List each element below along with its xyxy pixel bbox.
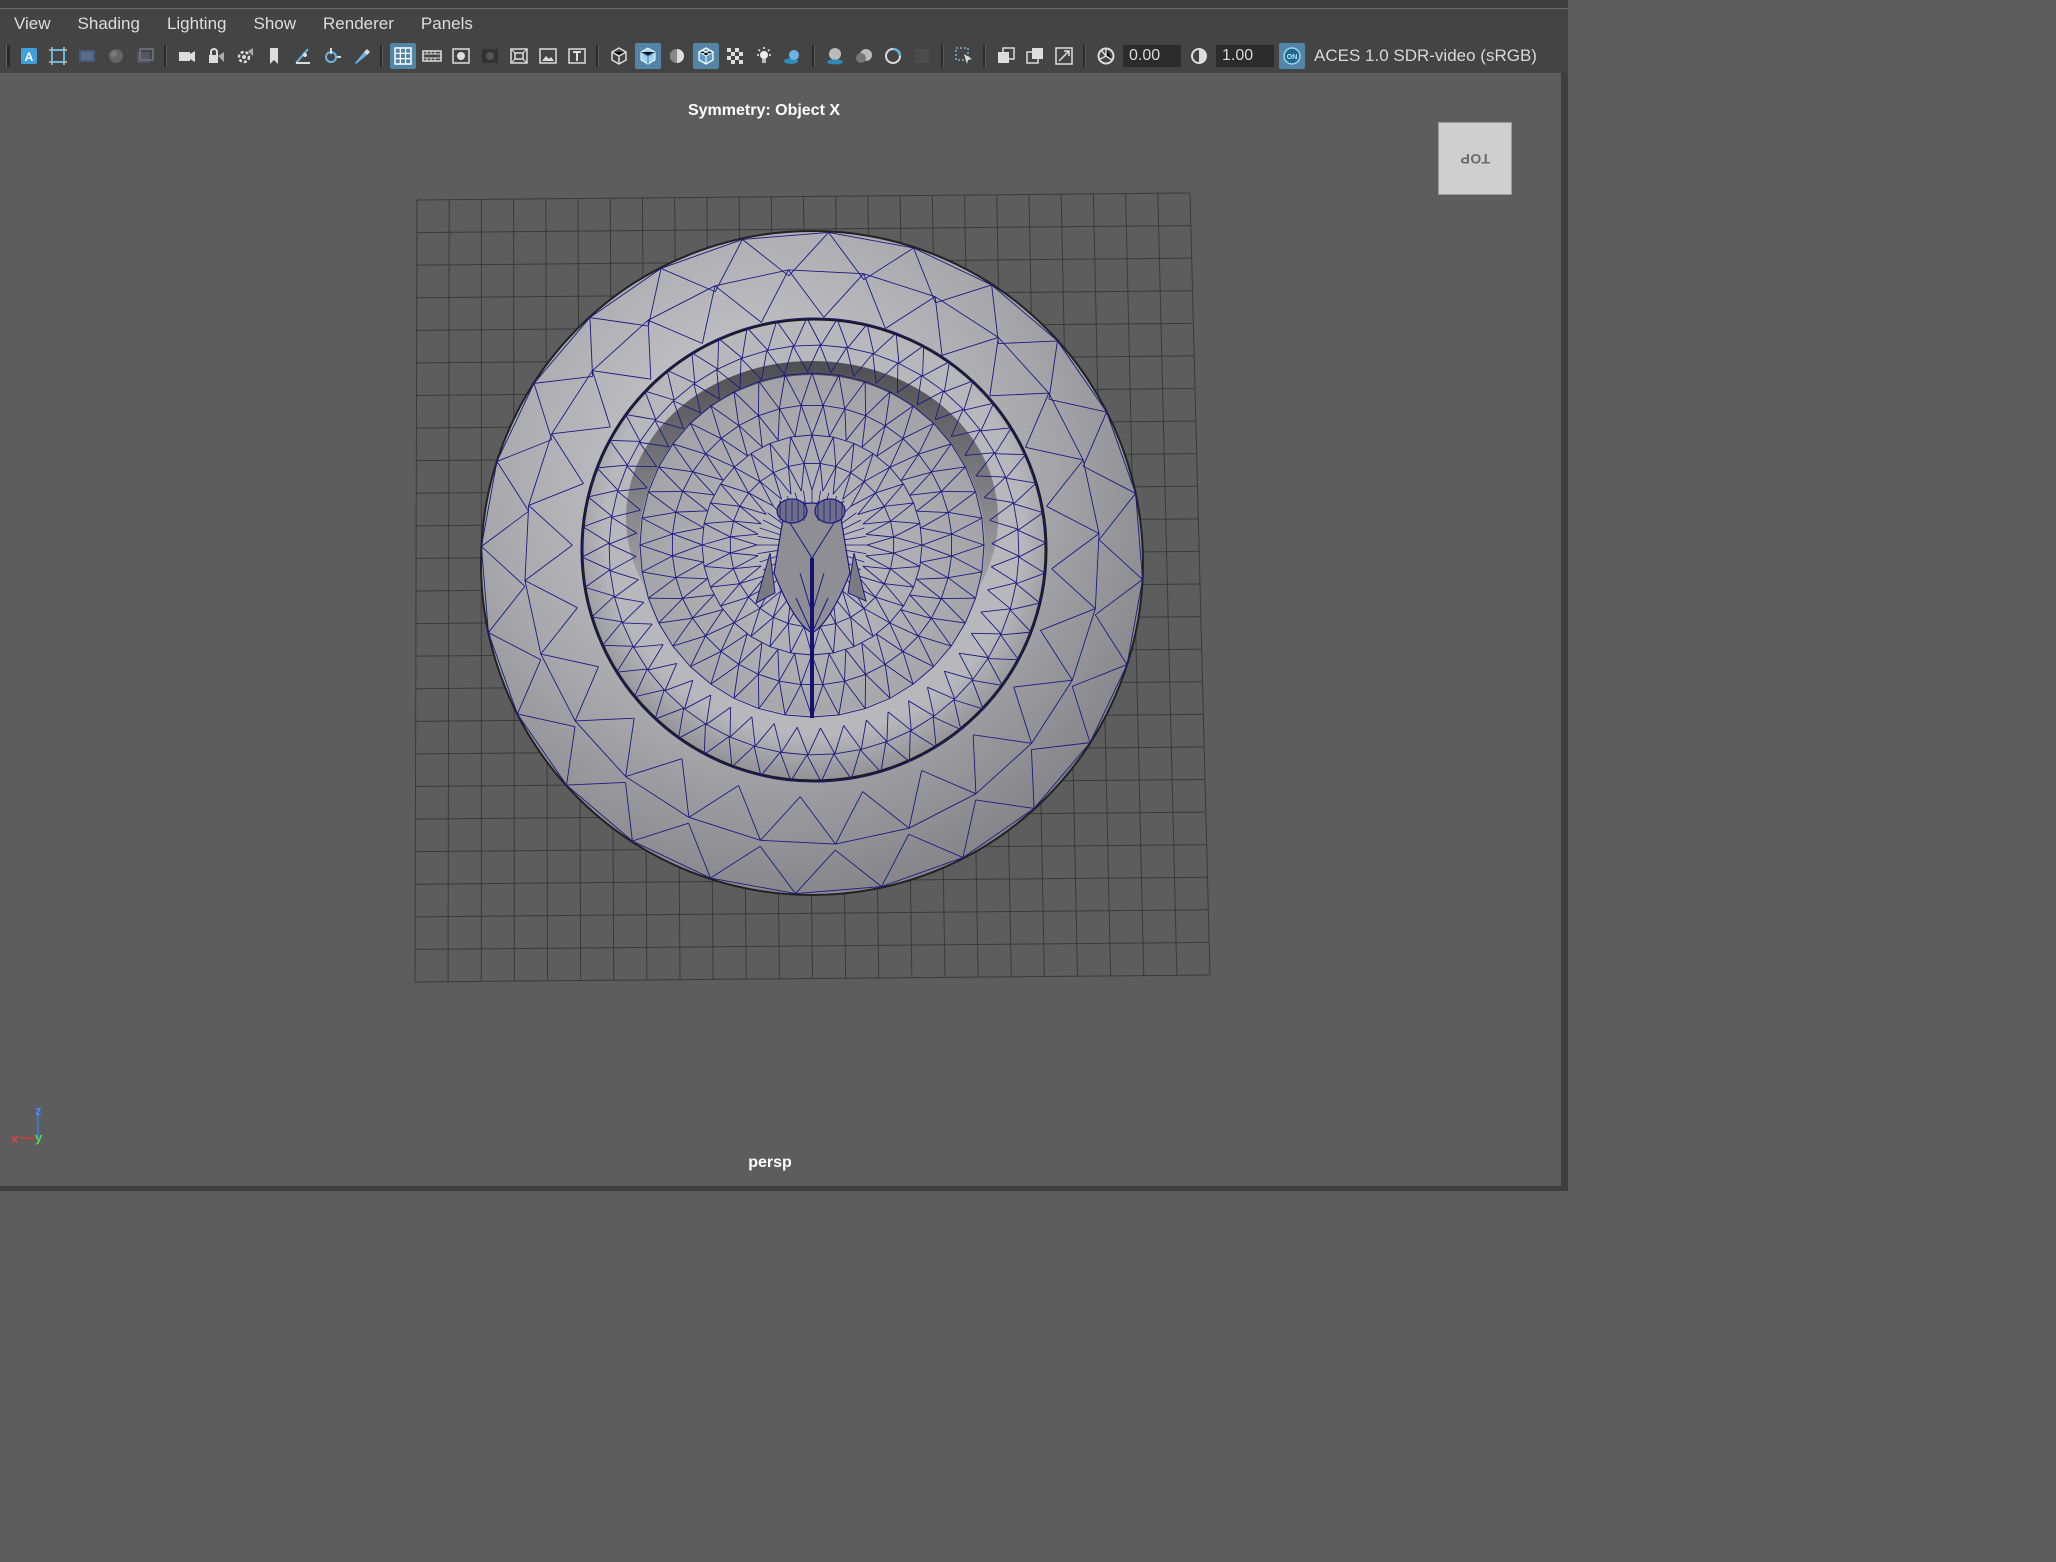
xray-active-icon[interactable] [1022, 43, 1048, 69]
toolbar-separator [164, 45, 167, 67]
camera-name-label: persp [748, 1154, 792, 1171]
toolbar-separator [1083, 45, 1086, 67]
gamma-icon[interactable] [1186, 43, 1212, 69]
grease-pencil-icon[interactable] [103, 43, 129, 69]
camera-settings-icon[interactable] [232, 43, 258, 69]
safe-action-icon[interactable] [535, 43, 561, 69]
panel-menu-bar: View Shading Lighting Show Renderer Pane… [0, 9, 1568, 39]
panel-toolbar: A 0.00 1.00 ON ACES 1.0 SDR-video (sRGB) [0, 39, 1568, 73]
safe-title-icon[interactable] [564, 43, 590, 69]
menu-lighting[interactable]: Lighting [153, 14, 240, 34]
select-camera-icon[interactable]: A [16, 43, 42, 69]
bookmark-flag-icon[interactable] [261, 43, 287, 69]
brush-icon[interactable] [348, 43, 374, 69]
scene-canvas[interactable] [0, 73, 1561, 1191]
panel-border-bottom [0, 1186, 1568, 1191]
motion-blur-icon[interactable] [851, 43, 877, 69]
window-top-strip [0, 0, 1568, 9]
menu-show[interactable]: Show [240, 14, 310, 34]
exposure-icon[interactable] [1093, 43, 1119, 69]
image-plane-icon[interactable] [74, 43, 100, 69]
smooth-shade-icon[interactable] [634, 43, 661, 69]
textured-icon[interactable] [722, 43, 748, 69]
shadows-icon[interactable] [780, 43, 806, 69]
axis-gizmo: z x y [11, 1103, 43, 1146]
isolate-select-icon[interactable] [951, 43, 977, 69]
anti-aliasing-icon[interactable] [880, 43, 906, 69]
resolution-gate-icon[interactable] [448, 43, 474, 69]
wireframe-icon[interactable] [606, 43, 632, 69]
panel-border-right [1561, 73, 1568, 1191]
camera-attributes-icon[interactable] [45, 43, 71, 69]
symmetry-hud: Symmetry: Object X [687, 102, 841, 119]
xray-icon[interactable] [993, 43, 1019, 69]
flat-shade-icon[interactable] [664, 43, 690, 69]
film-gate-icon[interactable] [419, 43, 445, 69]
svg-text:A: A [24, 50, 33, 64]
menu-shading[interactable]: Shading [64, 14, 153, 34]
lock-camera-icon[interactable] [203, 43, 229, 69]
toolbar-separator [596, 45, 599, 67]
gamma-field[interactable]: 1.00 [1216, 45, 1274, 67]
xray-joints-icon[interactable] [1051, 43, 1077, 69]
grid-icon[interactable] [389, 43, 416, 69]
viewcube[interactable]: TOP [1438, 122, 1512, 195]
wireframe-on-shaded-icon[interactable] [692, 43, 719, 69]
viewcube-face-label: TOP [1459, 150, 1491, 167]
menu-panels[interactable]: Panels [407, 14, 486, 34]
color-space-label[interactable]: ACES 1.0 SDR-video (sRGB) [1314, 46, 1537, 66]
svg-text:ON: ON [1286, 54, 1297, 61]
z-axis-label: z [35, 1103, 42, 1118]
x-axis-label: x [11, 1131, 19, 1146]
3d-viewport[interactable]: Symmetry: Object X TOP z x y persp [0, 73, 1568, 1191]
snap-icon[interactable] [290, 43, 316, 69]
toolbar-separator [380, 45, 383, 67]
camera-icon[interactable] [174, 43, 200, 69]
toolbar-separator [812, 45, 815, 67]
field-chart-icon[interactable] [506, 43, 532, 69]
depth-of-field-icon[interactable] [909, 43, 935, 69]
toolbar-separator [983, 45, 986, 67]
menu-view[interactable]: View [0, 14, 64, 34]
gate-mask-icon[interactable] [477, 43, 503, 69]
bookmark-icon[interactable] [132, 43, 158, 69]
toolbar-handle[interactable] [6, 45, 10, 67]
color-management-icon[interactable]: ON [1278, 43, 1305, 69]
exposure-field[interactable]: 0.00 [1123, 45, 1181, 67]
lights-icon[interactable] [751, 43, 777, 69]
menu-renderer[interactable]: Renderer [309, 14, 407, 34]
y-axis-label: y [35, 1130, 43, 1145]
transform-icon[interactable] [319, 43, 345, 69]
ambient-occlusion-icon[interactable] [822, 43, 848, 69]
toolbar-separator [941, 45, 944, 67]
mesh-object[interactable] [480, 230, 1144, 896]
